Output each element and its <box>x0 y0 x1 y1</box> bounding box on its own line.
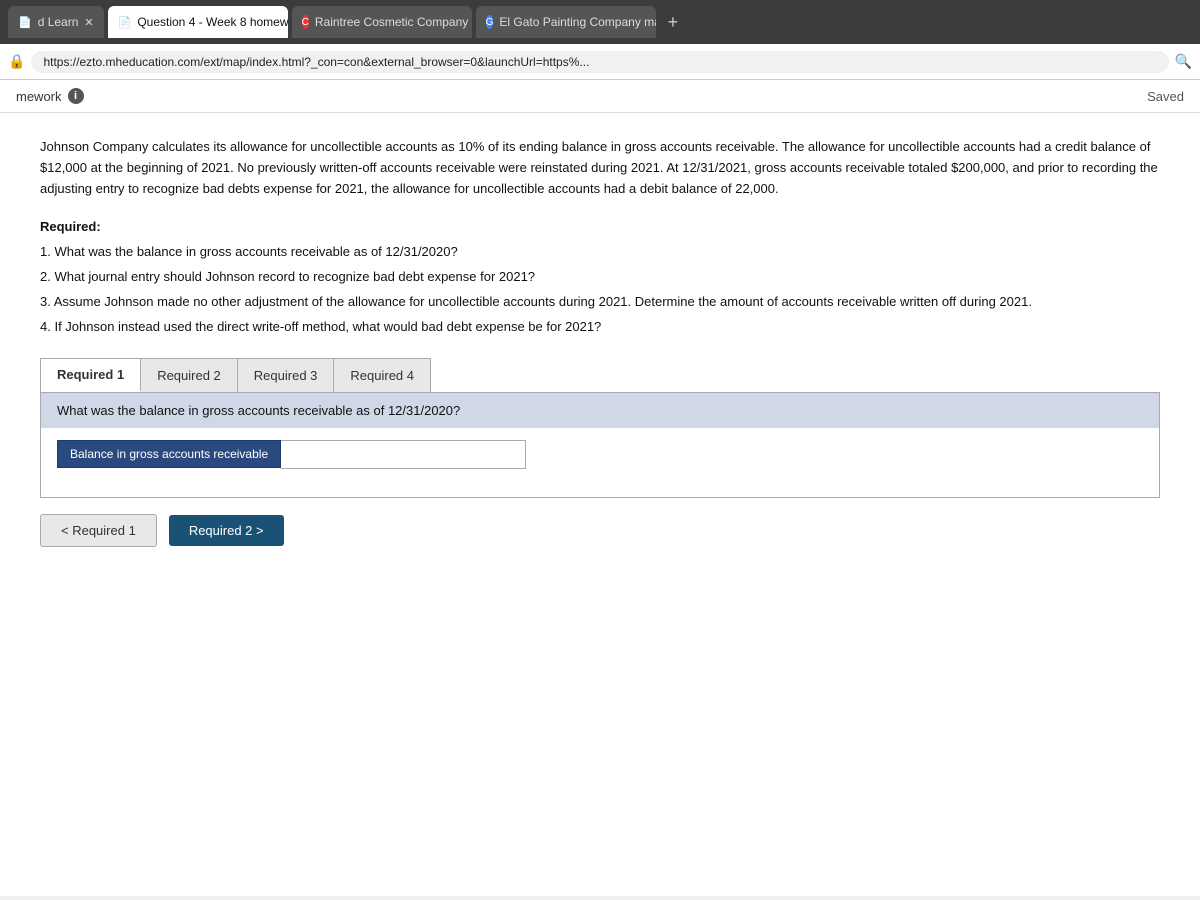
tab-raintree-label: Raintree Cosmetic Company Sell <box>315 15 472 29</box>
required-item-1: 1. What was the balance in gross account… <box>40 242 1160 263</box>
required-item-2: 2. What journal entry should Johnson rec… <box>40 267 1160 288</box>
nav-forward-button[interactable]: Required 2 > <box>169 515 284 546</box>
panel-body: Balance in gross accounts receivable <box>41 428 1159 497</box>
address-bar-input[interactable] <box>31 51 1168 73</box>
tab-homework[interactable]: 📄 Question 4 - Week 8 homework ✕ <box>108 6 288 38</box>
tab-required-4[interactable]: Required 4 <box>334 359 430 392</box>
nav-buttons: < Required 1 Required 2 > <box>40 514 1160 547</box>
mework-label: mework <box>16 89 62 104</box>
balance-label: Balance in gross accounts receivable <box>57 440 281 468</box>
page-header: mework i Saved <box>0 80 1200 113</box>
tab-raintree-icon: C <box>302 15 309 29</box>
browser-tabs-bar: 📄 d Learn ✕ 📄 Question 4 - Week 8 homewo… <box>0 0 1200 44</box>
balance-row: Balance in gross accounts receivable <box>57 440 1143 469</box>
required-list: 1. What was the balance in gross account… <box>40 242 1160 337</box>
tab-elgato[interactable]: G El Gato Painting Company maint ✕ <box>476 6 656 38</box>
lock-icon: 🔒 <box>8 53 25 70</box>
tab-learn-icon: 📄 <box>18 16 32 29</box>
required-item-3: 3. Assume Johnson made no other adjustme… <box>40 292 1160 313</box>
tab-homework-icon: 📄 <box>118 16 132 29</box>
tab-required-2[interactable]: Required 2 <box>141 359 238 392</box>
balance-input[interactable] <box>281 440 526 469</box>
question-text: Johnson Company calculates its allowance… <box>40 137 1160 199</box>
search-icon[interactable]: 🔍 <box>1175 53 1192 70</box>
nav-forward-label: Required 2 > <box>189 523 264 538</box>
required-tabs: Required 1 Required 2 Required 3 Require… <box>40 358 431 392</box>
tab-homework-label: Question 4 - Week 8 homework <box>137 15 287 29</box>
tab-learn-label: d Learn <box>38 15 79 29</box>
tab-elgato-icon: G <box>486 15 494 29</box>
nav-back-button[interactable]: < Required 1 <box>40 514 157 547</box>
address-bar-row: 🔒 🔍 <box>0 44 1200 80</box>
content-panel: What was the balance in gross accounts r… <box>40 392 1160 498</box>
tab-elgato-label: El Gato Painting Company maint <box>499 15 655 29</box>
tab-learn[interactable]: 📄 d Learn ✕ <box>8 6 104 38</box>
panel-header: What was the balance in gross accounts r… <box>41 393 1159 428</box>
page-header-info: mework i <box>16 88 84 104</box>
saved-badge: Saved <box>1147 89 1184 104</box>
required-item-4: 4. If Johnson instead used the direct wr… <box>40 317 1160 338</box>
main-content: Johnson Company calculates its allowance… <box>0 113 1200 896</box>
new-tab-button[interactable]: + <box>660 8 687 37</box>
info-icon[interactable]: i <box>68 88 84 104</box>
nav-back-label: < Required 1 <box>61 523 136 538</box>
required-label: Required: <box>40 219 1160 234</box>
tab-required-3[interactable]: Required 3 <box>238 359 335 392</box>
tab-learn-close[interactable]: ✕ <box>84 16 93 29</box>
tab-raintree[interactable]: C Raintree Cosmetic Company Sell ✕ <box>292 6 472 38</box>
tab-required-1[interactable]: Required 1 <box>41 359 141 392</box>
